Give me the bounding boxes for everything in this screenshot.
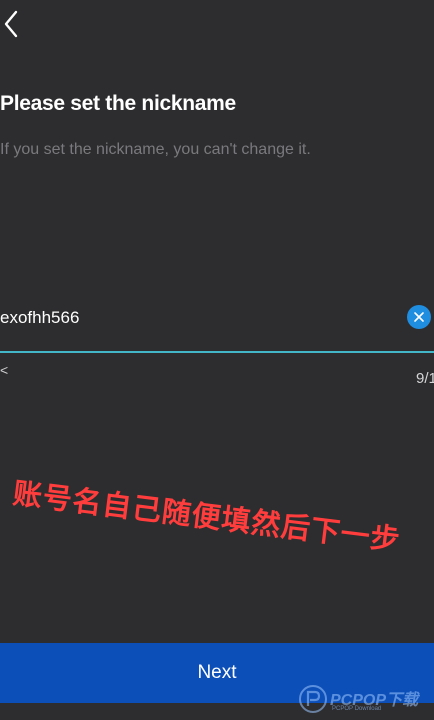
back-button[interactable] [0, 6, 28, 42]
page-subtitle: If you set the nickname, you can't chang… [0, 141, 311, 158]
character-counter: 9/12 [416, 370, 434, 387]
watermark-logo-icon [299, 685, 327, 713]
instruction-annotation: 账号名自己随便填然后下一步 [11, 475, 403, 558]
clear-input-button[interactable] [407, 305, 431, 329]
nickname-input-row [0, 298, 434, 352]
page-title: Please set the nickname [0, 92, 236, 115]
left-edge-mark: < [0, 362, 9, 378]
clear-circle-icon [414, 312, 424, 322]
watermark-subtext: PCPOP Download [332, 706, 382, 712]
chevron-left-icon [4, 10, 18, 38]
nickname-screen: Please set the nickname If you set the n… [0, 0, 434, 720]
nickname-input[interactable] [0, 298, 396, 338]
input-underline [0, 351, 434, 353]
watermark: PCPOP下载 PCPOP Download [298, 680, 434, 720]
